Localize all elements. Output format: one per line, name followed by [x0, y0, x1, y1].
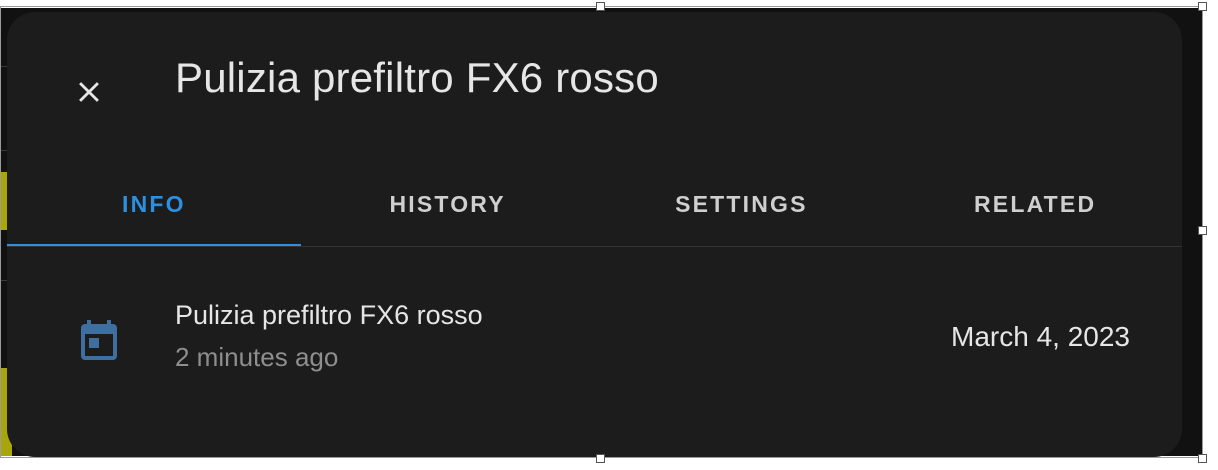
screenshot-canvas: Pulizia prefiltro FX6 rosso INFO HISTORY…	[0, 0, 1218, 470]
resize-handle[interactable]	[596, 454, 605, 463]
resize-handle[interactable]	[596, 2, 605, 11]
selection-frame	[0, 6, 1203, 458]
resize-handle[interactable]	[1198, 454, 1207, 463]
resize-handle[interactable]	[1198, 2, 1207, 11]
resize-handle[interactable]	[1198, 226, 1207, 235]
